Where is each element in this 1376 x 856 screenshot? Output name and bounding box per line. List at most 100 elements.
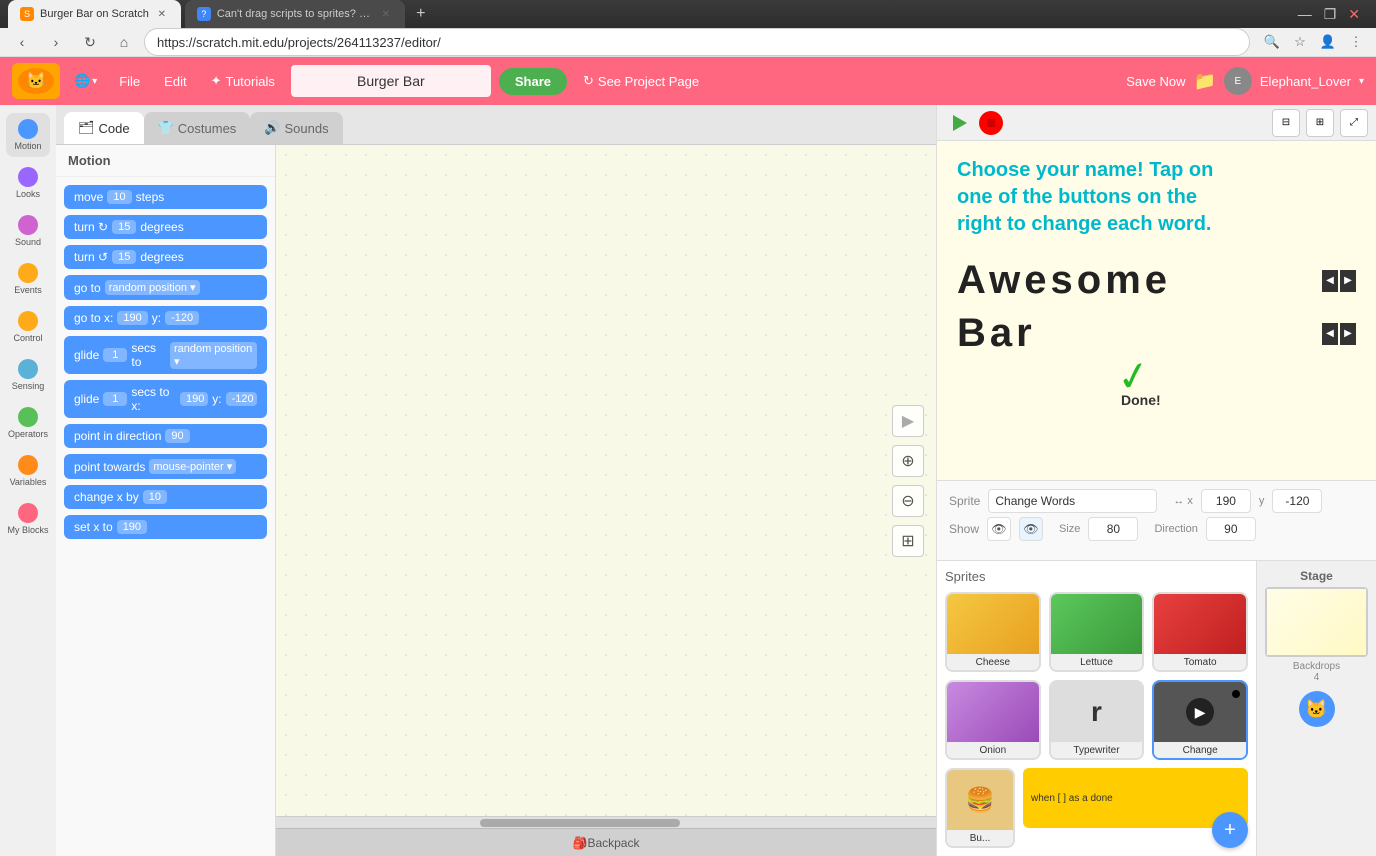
browser-tab-active[interactable]: S Burger Bar on Scratch ✕ <box>8 0 181 28</box>
tutorials-menu[interactable]: ✦ Tutorials <box>203 69 283 93</box>
sprite-card-typewriter[interactable]: r Typewriter <box>1049 680 1145 760</box>
user-avatar[interactable]: E <box>1224 67 1252 95</box>
word1-prev-arrow[interactable]: ◀ <box>1322 270 1338 292</box>
category-control[interactable]: Control <box>6 305 50 349</box>
nav-globe[interactable]: 🌐 ▾ <box>68 69 103 93</box>
share-button[interactable]: Share <box>499 68 567 95</box>
save-now-button[interactable]: Save Now <box>1126 74 1185 89</box>
close-window-button[interactable]: ✕ <box>1348 6 1360 23</box>
forward-button[interactable]: › <box>42 28 70 56</box>
blocks-panel: Motion move 10 steps turn ↻ 15 <box>56 145 276 856</box>
sprite-card-cheese[interactable]: Cheese <box>945 592 1041 672</box>
word2-next-arrow[interactable]: ▶ <box>1340 323 1356 345</box>
tab-close-1[interactable]: ✕ <box>155 7 169 21</box>
new-tab-button[interactable]: + <box>409 2 433 26</box>
browser-tab-inactive[interactable]: ? Can't drag scripts to sprites? - D ✕ <box>185 0 405 28</box>
sprite-play-icon: ▶ <box>1195 704 1206 721</box>
block-glide-random[interactable]: glide 1 secs to random position ▾ <box>64 336 267 374</box>
category-motion[interactable]: Motion <box>6 113 50 157</box>
scratch-logo[interactable]: 🐱 <box>12 63 60 99</box>
category-events[interactable]: Events <box>6 257 50 301</box>
address-input[interactable] <box>144 28 1250 56</box>
stop-button[interactable] <box>979 111 1003 135</box>
show-toggle-visible[interactable]: 👁 <box>987 517 1011 541</box>
folder-icon[interactable]: 📁 <box>1193 71 1215 92</box>
blocks-section-header: Motion <box>56 145 275 177</box>
sprite-card-change[interactable]: ▶ Change <box>1152 680 1248 760</box>
stage-medium-view-button[interactable]: ⊞ <box>1306 109 1334 137</box>
block-turn-ccw[interactable]: turn ↺ 15 degrees <box>64 245 267 269</box>
file-menu[interactable]: File <box>111 70 148 93</box>
fit-view-button[interactable]: ⊞ <box>892 525 924 557</box>
category-looks[interactable]: Looks <box>6 161 50 205</box>
block-set-x[interactable]: set x to 190 <box>64 515 267 539</box>
block-glide-xy[interactable]: glide 1 secs to x: 190 y: -120 <box>64 380 267 418</box>
category-my-blocks[interactable]: My Blocks <box>6 497 50 541</box>
sprite-size-input[interactable] <box>1088 517 1138 541</box>
sprites-header: Sprites <box>945 569 1248 584</box>
block-move[interactable]: move 10 steps <box>64 185 267 209</box>
word2-text: Bar <box>957 311 1036 356</box>
bookmark-star-icon[interactable]: ☆ <box>1288 30 1312 54</box>
zoom-out-button[interactable]: ⊖ <box>892 485 924 517</box>
block-goto-xy[interactable]: go to x: 190 y: -120 <box>64 306 267 330</box>
block-turn-cw[interactable]: turn ↻ 15 degrees <box>64 215 267 239</box>
scrollbar-thumb[interactable] <box>480 819 680 827</box>
show-toggle-hidden[interactable]: 👁 <box>1019 517 1043 541</box>
green-flag-button[interactable] <box>945 109 973 137</box>
sprite-thumb-typewriter: r <box>1051 682 1143 742</box>
sprite-card-lettuce[interactable]: Lettuce <box>1049 592 1145 672</box>
maximize-button[interactable]: ❐ <box>1324 6 1337 23</box>
category-operators[interactable]: Operators <box>6 401 50 445</box>
sprite-card-tomato[interactable]: Tomato <box>1152 592 1248 672</box>
tab-close-2[interactable]: ✕ <box>379 7 393 21</box>
sprite-y-input[interactable] <box>1272 489 1322 513</box>
word1-arrows[interactable]: ◀ ▶ <box>1322 270 1356 292</box>
horizontal-scrollbar[interactable] <box>276 816 936 828</box>
add-sprite-button[interactable]: + <box>1212 812 1248 848</box>
block-goto-random[interactable]: go to random position ▾ <box>64 275 267 300</box>
stage-fullscreen-button[interactable]: ⤢ <box>1340 109 1368 137</box>
sprite-card-bu[interactable]: 🍔 Bu... <box>945 768 1015 848</box>
tab-code[interactable]: 🗂 Code <box>64 112 144 144</box>
category-variables[interactable]: Variables <box>6 449 50 493</box>
canvas-play-button[interactable]: ▶ <box>892 405 924 437</box>
costumes-tab-icon: 👕 <box>158 120 174 136</box>
block-point-direction[interactable]: point in direction 90 <box>64 424 267 448</box>
stage-small-view-button[interactable]: ⊟ <box>1272 109 1300 137</box>
home-button[interactable]: ⌂ <box>110 28 138 56</box>
sprite-name-input[interactable] <box>988 489 1157 513</box>
right-panel: ⊟ ⊞ ⤢ Choose your name! Tap on one of th… <box>936 105 1376 856</box>
user-dropdown-icon[interactable]: ▾ <box>1359 76 1364 87</box>
minimize-button[interactable]: — <box>1298 6 1312 23</box>
zoom-in-button[interactable]: ⊕ <box>892 445 924 477</box>
word2-arrows[interactable]: ◀ ▶ <box>1322 323 1356 345</box>
stage-mini-thumbnail[interactable] <box>1265 587 1368 657</box>
sprite-direction-input[interactable] <box>1206 517 1256 541</box>
scratch-cat-avatar[interactable]: 🐱 <box>1299 691 1335 727</box>
backpack-bar[interactable]: 🎒 Backpack <box>276 828 936 856</box>
control-color-dot <box>18 311 38 331</box>
sprite-thumb-change: ▶ <box>1154 682 1246 742</box>
word2-prev-arrow[interactable]: ◀ <box>1322 323 1338 345</box>
back-button[interactable]: ‹ <box>8 28 36 56</box>
search-icon[interactable]: 🔍 <box>1260 30 1284 54</box>
sprite-card-onion[interactable]: Onion <box>945 680 1041 760</box>
category-sound[interactable]: Sound <box>6 209 50 253</box>
reload-button[interactable]: ↻ <box>76 28 104 56</box>
category-sensing[interactable]: Sensing <box>6 353 50 397</box>
word1-next-arrow[interactable]: ▶ <box>1340 270 1356 292</box>
see-project-button[interactable]: ↻ See Project Page <box>575 69 707 93</box>
tab-costumes[interactable]: 👕 Costumes <box>144 112 251 144</box>
sprites-grid: Cheese Lettuce Tomato <box>945 592 1248 760</box>
username-label[interactable]: Elephant_Lover <box>1260 74 1351 89</box>
block-change-x[interactable]: change x by 10 <box>64 485 267 509</box>
block-point-towards[interactable]: point towards mouse-pointer ▾ <box>64 454 267 479</box>
tab-sounds[interactable]: 🔊 Sounds <box>250 112 342 144</box>
project-title-input[interactable] <box>291 65 491 97</box>
edit-menu[interactable]: Edit <box>156 70 194 93</box>
code-canvas[interactable]: ▶ ⊕ ⊖ ⊞ <box>276 145 936 816</box>
sprite-x-input[interactable] <box>1201 489 1251 513</box>
profile-icon[interactable]: 👤 <box>1316 30 1340 54</box>
menu-icon[interactable]: ⋮ <box>1344 30 1368 54</box>
